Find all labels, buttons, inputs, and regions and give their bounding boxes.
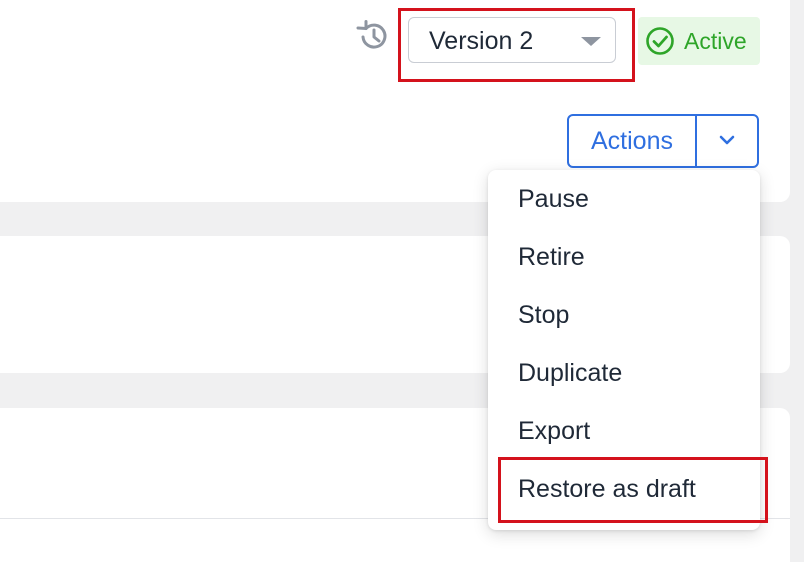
status-badge: Active: [638, 17, 760, 65]
menu-item-stop[interactable]: Stop: [488, 286, 760, 344]
check-circle-icon: [645, 26, 675, 56]
version-select-value: Version 2: [429, 27, 534, 55]
actions-dropdown-toggle[interactable]: [697, 116, 757, 166]
chevron-down-icon: [719, 135, 735, 145]
menu-item-restore-as-draft[interactable]: Restore as draft: [488, 460, 760, 518]
version-select[interactable]: Version 2: [408, 17, 616, 63]
menu-item-export[interactable]: Export: [488, 402, 760, 460]
actions-split-button: Actions: [567, 114, 759, 168]
menu-item-retire[interactable]: Retire: [488, 228, 760, 286]
actions-menu: Pause Retire Stop Duplicate Export Resto…: [488, 170, 760, 530]
menu-item-duplicate[interactable]: Duplicate: [488, 344, 760, 402]
actions-button[interactable]: Actions: [569, 116, 695, 166]
menu-item-pause[interactable]: Pause: [488, 170, 760, 228]
history-icon[interactable]: [355, 20, 389, 52]
status-badge-label: Active: [684, 28, 747, 54]
caret-down-icon: [581, 37, 601, 46]
